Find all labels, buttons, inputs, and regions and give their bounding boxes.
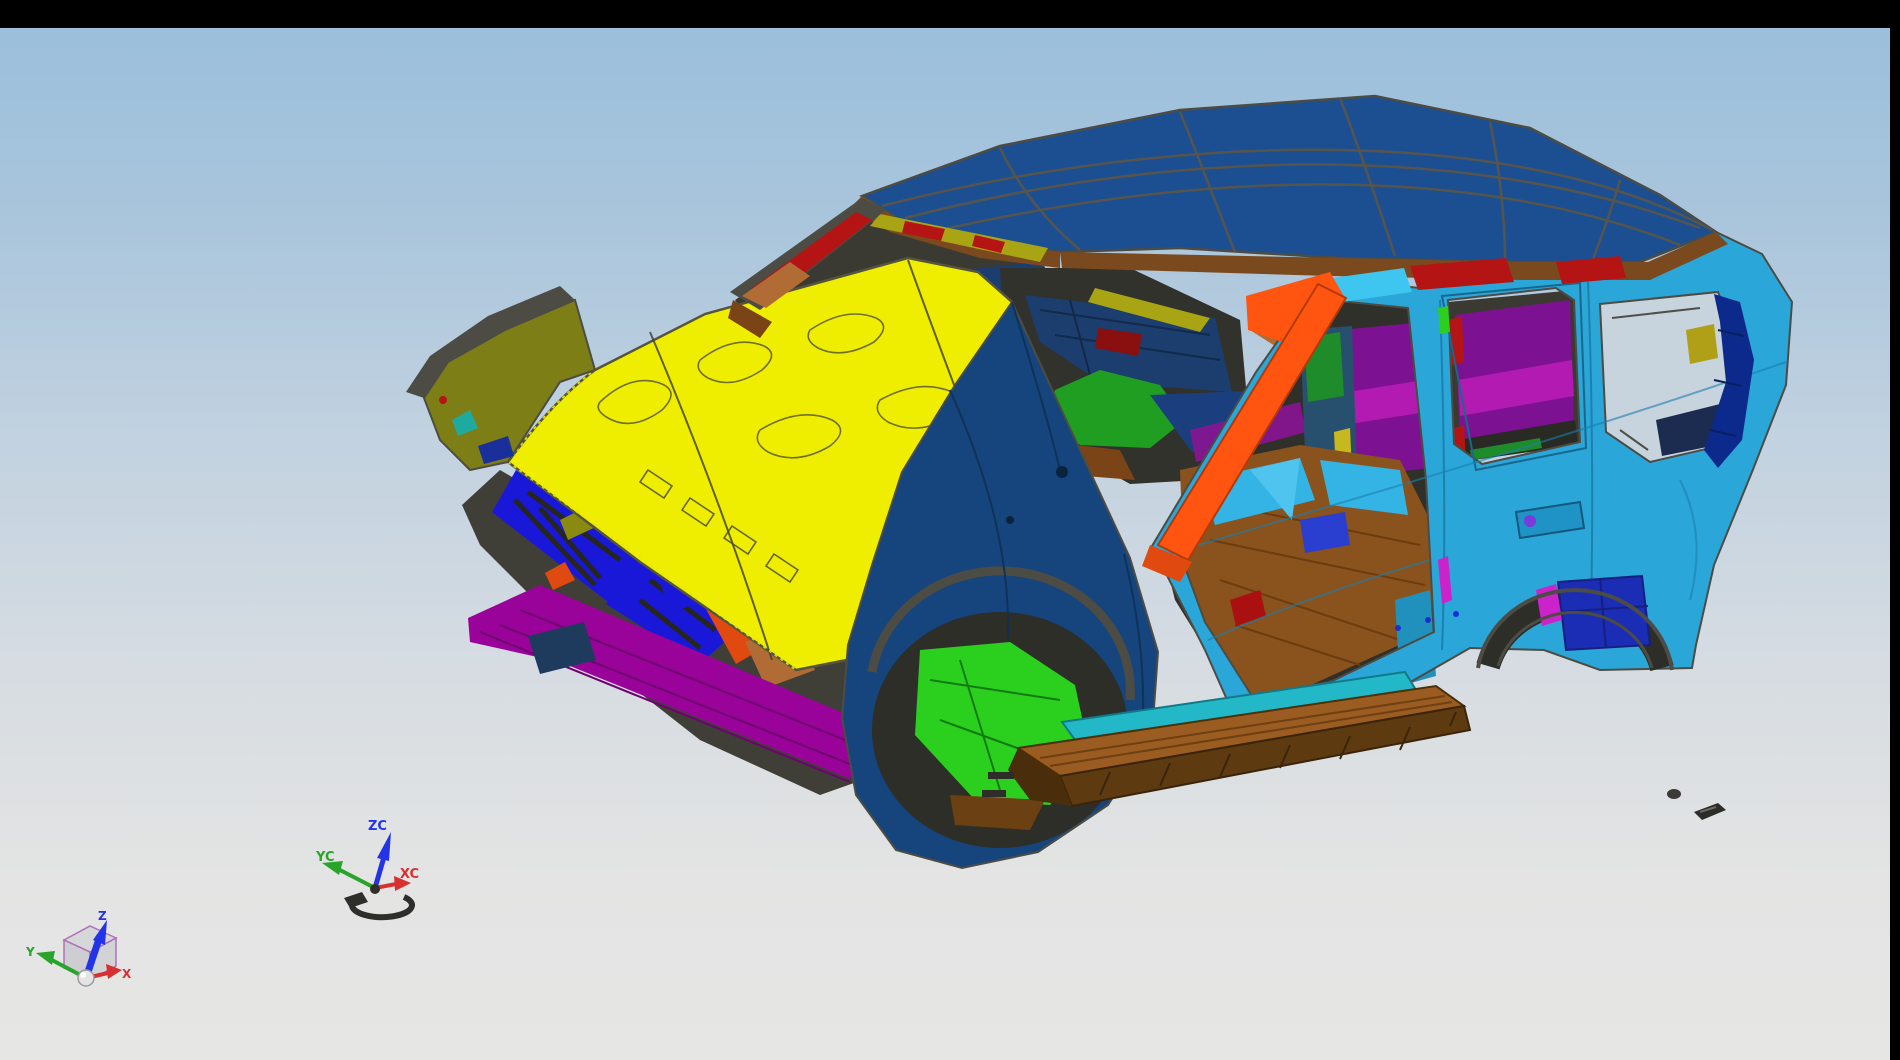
debris-dot[interactable] (1667, 789, 1681, 799)
datum-y-label: Y (25, 945, 35, 959)
debris-parts (1667, 789, 1726, 820)
graphics-viewport[interactable]: ZC YC XC Z Y X (0, 28, 1890, 1060)
wcs-y-axis[interactable] (338, 869, 375, 888)
wcs-z-arrowhead (377, 832, 391, 861)
debris-bracket[interactable] (1694, 803, 1726, 820)
datum-y-arrowhead (36, 951, 55, 965)
cad-application-window: ZC YC XC Z Y X (0, 0, 1900, 1060)
jack-pin-1 (988, 772, 1014, 779)
arch-brown-lower[interactable] (950, 795, 1045, 830)
wcs-z-axis[interactable] (375, 857, 384, 888)
datum-csys[interactable]: Z Y X (25, 909, 132, 986)
wcs-z-label: ZC (368, 819, 387, 834)
wcs-triad[interactable]: ZC YC XC (315, 819, 419, 917)
wcs-origin[interactable] (370, 884, 380, 894)
rear-door-window-interior (1448, 290, 1580, 466)
datum-sphere-highlight (80, 972, 86, 978)
car-body-model: ZC YC XC Z Y X (0, 28, 1890, 1060)
datum-x-label: X (122, 967, 132, 981)
datum-origin-sphere[interactable] (78, 970, 94, 986)
b-pillar-outer-green (1438, 306, 1450, 334)
wcs-x-label: XC (400, 867, 419, 882)
door-handle-violet (1524, 515, 1536, 527)
window-bracket-olive[interactable] (1686, 324, 1718, 364)
rail-red-dot (439, 396, 447, 404)
wcs-base-foot (344, 892, 368, 908)
wcs-y-label: YC (315, 850, 335, 865)
datum-z-label: Z (98, 909, 107, 923)
jack-pin-2 (982, 790, 1006, 797)
